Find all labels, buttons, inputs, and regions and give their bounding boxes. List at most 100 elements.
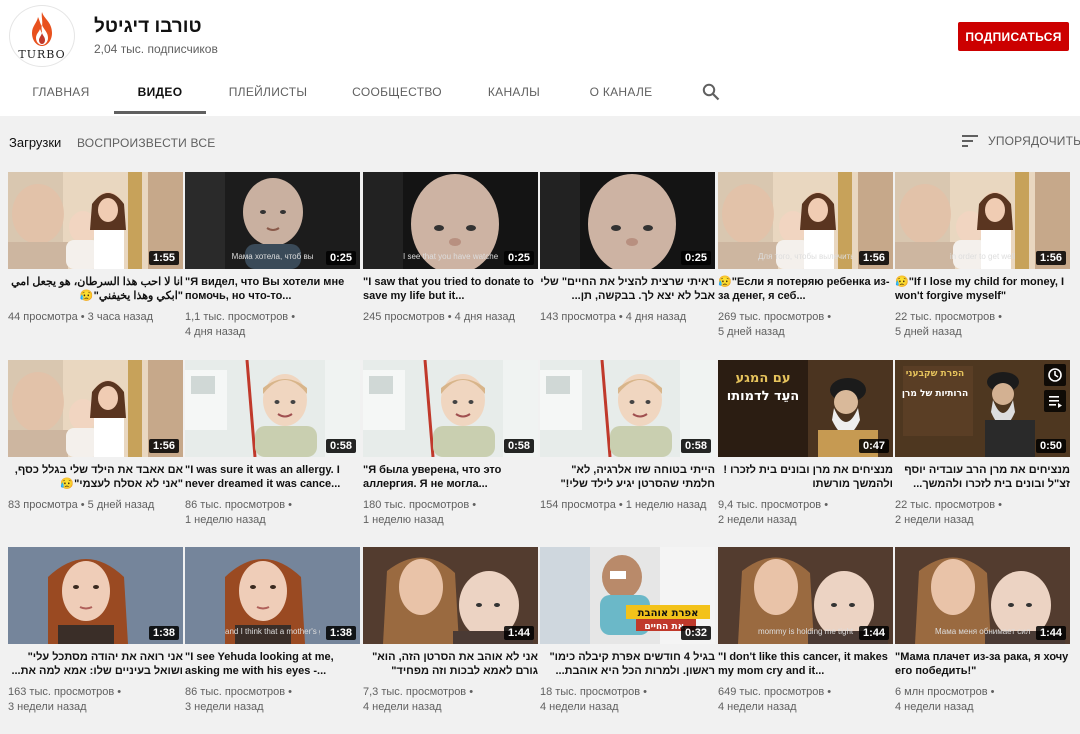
video-thumbnail[interactable]: הפרת שקבעני הרותיות של מרן 0:50 <box>895 360 1070 457</box>
video-card[interactable]: 0:58 "I was sure it was an allergy. I nev… <box>185 360 360 535</box>
tab-community[interactable]: СООБЩЕСТВО <box>346 70 448 114</box>
video-title[interactable]: "I see Yehuda looking at me, asking me w… <box>185 650 360 678</box>
video-views-text: 180 тыс. просмотров <box>363 499 470 511</box>
video-thumbnail[interactable]: in order to get well 1:56 <box>895 172 1070 269</box>
video-duration: 0:25 <box>325 251 356 265</box>
video-thumbnail[interactable]: 0:58 <box>363 360 538 457</box>
video-thumbnail[interactable]: Мама хотела, чтоб вы 0:25 <box>185 172 360 269</box>
video-card[interactable]: הפרת שקבעני הרותיות של מרן 0:50 מנציחים את… <box>895 360 1070 535</box>
video-card[interactable]: in order to get well 1:56 😥"If I lose my c… <box>895 172 1070 347</box>
video-views: 163 тыс. просмотров • <box>8 685 121 700</box>
queue-icon[interactable] <box>1044 390 1066 412</box>
video-title[interactable]: "Мама плачет из-за рака, я хочу его побе… <box>895 650 1070 678</box>
video-card[interactable]: mommy is holding me tight 1:44 "I don't li… <box>718 547 893 722</box>
subscribe-button[interactable]: ПОДПИСАТЬСЯ <box>958 22 1069 51</box>
sort-button[interactable]: УПОРЯДОЧИТЬ <box>962 134 1080 148</box>
video-duration: 0:58 <box>325 439 356 453</box>
video-meta: 83 просмотра • 5 дней назад <box>8 498 154 513</box>
video-card[interactable]: Мама хотела, чтоб вы 0:25 "Я видел, что Вы… <box>185 172 360 347</box>
video-thumbnail[interactable]: I see that you have watched my 0:25 <box>363 172 538 269</box>
thumbnail-caption: Мама меня обнимает сильно-сил <box>935 627 1030 636</box>
video-card[interactable]: 1:44 אני לא אוהב את הסרטן הזה, הוא" גורם … <box>363 547 538 722</box>
video-title[interactable]: "I don't like this cancer, it makes my m… <box>718 650 893 678</box>
video-age: 4 дня назад <box>185 326 246 338</box>
meta-separator: • <box>824 311 832 323</box>
video-thumbnail[interactable]: Для того, чтобы вылечить 1:56 <box>718 172 893 269</box>
video-thumbnail[interactable]: 0:58 <box>185 360 360 457</box>
video-card[interactable]: 1:55 انا لا احب هذا السرطان، هو يجعل امي … <box>8 172 183 347</box>
video-views-text: 9,4 тыс. просмотров <box>718 499 822 511</box>
video-views: 649 тыс. просмотров • <box>718 685 831 700</box>
meta-separator: • <box>466 686 474 698</box>
video-card[interactable]: I see that you have watched my 0:25 "I saw… <box>363 172 538 347</box>
video-thumbnail[interactable]: 1:44 <box>363 547 538 644</box>
thumbnail-caption: Для того, чтобы вылечить <box>758 252 853 261</box>
video-age: 4 недели назад <box>718 701 797 713</box>
video-age: 3 недели назад <box>8 701 87 713</box>
video-thumbnail[interactable]: mommy is holding me tight 1:44 <box>718 547 893 644</box>
video-title[interactable]: "Я видел, что Вы хотели мне помочь, но ч… <box>185 275 360 303</box>
video-thumbnail[interactable]: אפרת אוהבת את החיים.0:32 <box>540 547 715 644</box>
video-title[interactable]: ראיתי שרצית להציל את החיים" שלי אבל לא י… <box>540 275 715 303</box>
video-card[interactable]: 0:58 הייתי בטוחה שזו אלרגיה, לא" חלמתי שה… <box>540 360 715 535</box>
video-card[interactable]: 0:58 "Я была уверена, что это аллергия. Я… <box>363 360 538 535</box>
video-card[interactable]: 1:56 אם אאבד את הילד שלי בגלל כסף, "אני ל… <box>8 360 183 535</box>
video-card[interactable]: 0:25 ראיתי שרצית להציל את החיים" שלי אבל … <box>540 172 715 347</box>
video-title[interactable]: מנציחים את מרן ובונים בית לזכרו !ולהמשך … <box>718 463 893 491</box>
video-thumbnail[interactable]: 1:55 <box>8 172 183 269</box>
video-title[interactable]: "I was sure it was an allergy. I never d… <box>185 463 360 491</box>
video-views: 86 тыс. просмотров • <box>185 685 292 700</box>
video-duration: 1:55 <box>148 251 179 265</box>
video-title[interactable]: אני רואה את יהודה מסתכל עלי" ושואל בעיני… <box>8 650 183 678</box>
video-title[interactable]: 😥"Если я потеряю ребенка из-за денег, я … <box>718 275 893 303</box>
uploads-label[interactable]: Загрузки <box>9 135 61 150</box>
video-title[interactable]: "Я была уверена, что это аллергия. Я не … <box>363 463 538 491</box>
tab-about[interactable]: О КАНАЛЕ <box>582 70 660 114</box>
uploads-bar: Загрузки ВОСПРОИЗВЕСТИ ВСЕ УПОРЯДОЧИТЬ <box>0 128 1080 156</box>
svg-text:עם המגע: עם המגע <box>735 371 790 386</box>
video-title[interactable]: אם אאבד את הילד שלי בגלל כסף, "אני לא אס… <box>8 463 183 491</box>
channel-avatar[interactable]: TURBO <box>9 5 75 67</box>
video-views-text: 86 тыс. просмотров <box>185 686 286 698</box>
video-thumbnail[interactable]: 0:58 <box>540 360 715 457</box>
video-views: 9,4 тыс. просмотров • <box>718 498 828 513</box>
video-title[interactable]: "I saw that you tried to donate to save … <box>363 275 538 303</box>
video-title[interactable]: מנציחים את מרן הרב עובדיה יוסף זצ"ל ובונ… <box>895 463 1070 491</box>
video-card[interactable]: אפרת אוהבת את החיים.0:32 בגיל 4 חודשים אפ… <box>540 547 715 722</box>
tab-home[interactable]: ГЛАВНАЯ <box>24 70 98 114</box>
meta-separator: • <box>821 499 829 511</box>
video-thumbnail[interactable]: 1:56 <box>8 360 183 457</box>
channel-tabs: ГЛАВНАЯ ВИДЕО ПЛЕЙЛИСТЫ СООБЩЕСТВО КАНАЛ… <box>0 70 760 114</box>
video-thumbnail[interactable]: 0:25 <box>540 172 715 269</box>
video-duration: 1:44 <box>858 626 889 640</box>
video-card[interactable]: עם המגע העֵד לדמותו 0:47 מנציחים את מרן וב… <box>718 360 893 535</box>
video-thumbnail[interactable]: 1:38 <box>8 547 183 644</box>
play-all-button[interactable]: ВОСПРОИЗВЕСТИ ВСЕ <box>77 136 215 150</box>
video-card[interactable]: and I think that a mother's greatest 1:38… <box>185 547 360 722</box>
video-thumbnail[interactable]: Мама меня обнимает сильно-сил 1:44 <box>895 547 1070 644</box>
clock-icon[interactable] <box>1044 364 1066 386</box>
video-card[interactable]: 1:38 אני רואה את יהודה מסתכל עלי" ושואל ב… <box>8 547 183 722</box>
video-thumbnail[interactable]: עם המגע העֵד לדמותו 0:47 <box>718 360 893 457</box>
video-card[interactable]: Для того, чтобы вылечить 1:56 😥"Если я пот… <box>718 172 893 347</box>
video-title[interactable]: 😥"If I lose my child for money, I won't … <box>895 275 1070 303</box>
video-age: 1 неделю назад <box>363 514 444 526</box>
thumbnail-caption: mommy is holding me tight <box>758 627 853 636</box>
video-card[interactable]: Мама меня обнимает сильно-сил 1:44 "Мама п… <box>895 547 1070 722</box>
video-title[interactable]: אני לא אוהב את הסרטן הזה, הוא" גורם לאמא… <box>363 650 538 678</box>
video-views: 18 тыс. просмотров • <box>540 685 647 700</box>
video-title[interactable]: בגיל 4 חודשים אפרת קיבלה כימו" ראשון. ול… <box>540 650 715 678</box>
video-title[interactable]: הייתי בטוחה שזו אלרגיה, לא" חלמתי שהסרטן… <box>540 463 715 491</box>
thumbnail-caption: in order to get well <box>949 252 1016 261</box>
channel-name: טורבו דיגיטל <box>94 16 202 37</box>
tab-videos[interactable]: ВИДЕО <box>114 70 206 114</box>
video-thumbnail[interactable]: and I think that a mother's greatest 1:38 <box>185 547 360 644</box>
search-icon[interactable] <box>702 83 720 101</box>
meta-separator: • <box>77 499 88 511</box>
meta-separator: • <box>615 499 626 511</box>
video-title[interactable]: انا لا احب هذا السرطان، هو يجعل امي "ابك… <box>8 275 183 303</box>
thumbnail-caption: and I think that a mother's greatest <box>225 627 320 636</box>
tab-channels[interactable]: КАНАЛЫ <box>478 70 550 114</box>
meta-separator: • <box>77 311 88 323</box>
tab-playlists[interactable]: ПЛЕЙЛИСТЫ <box>222 70 314 114</box>
